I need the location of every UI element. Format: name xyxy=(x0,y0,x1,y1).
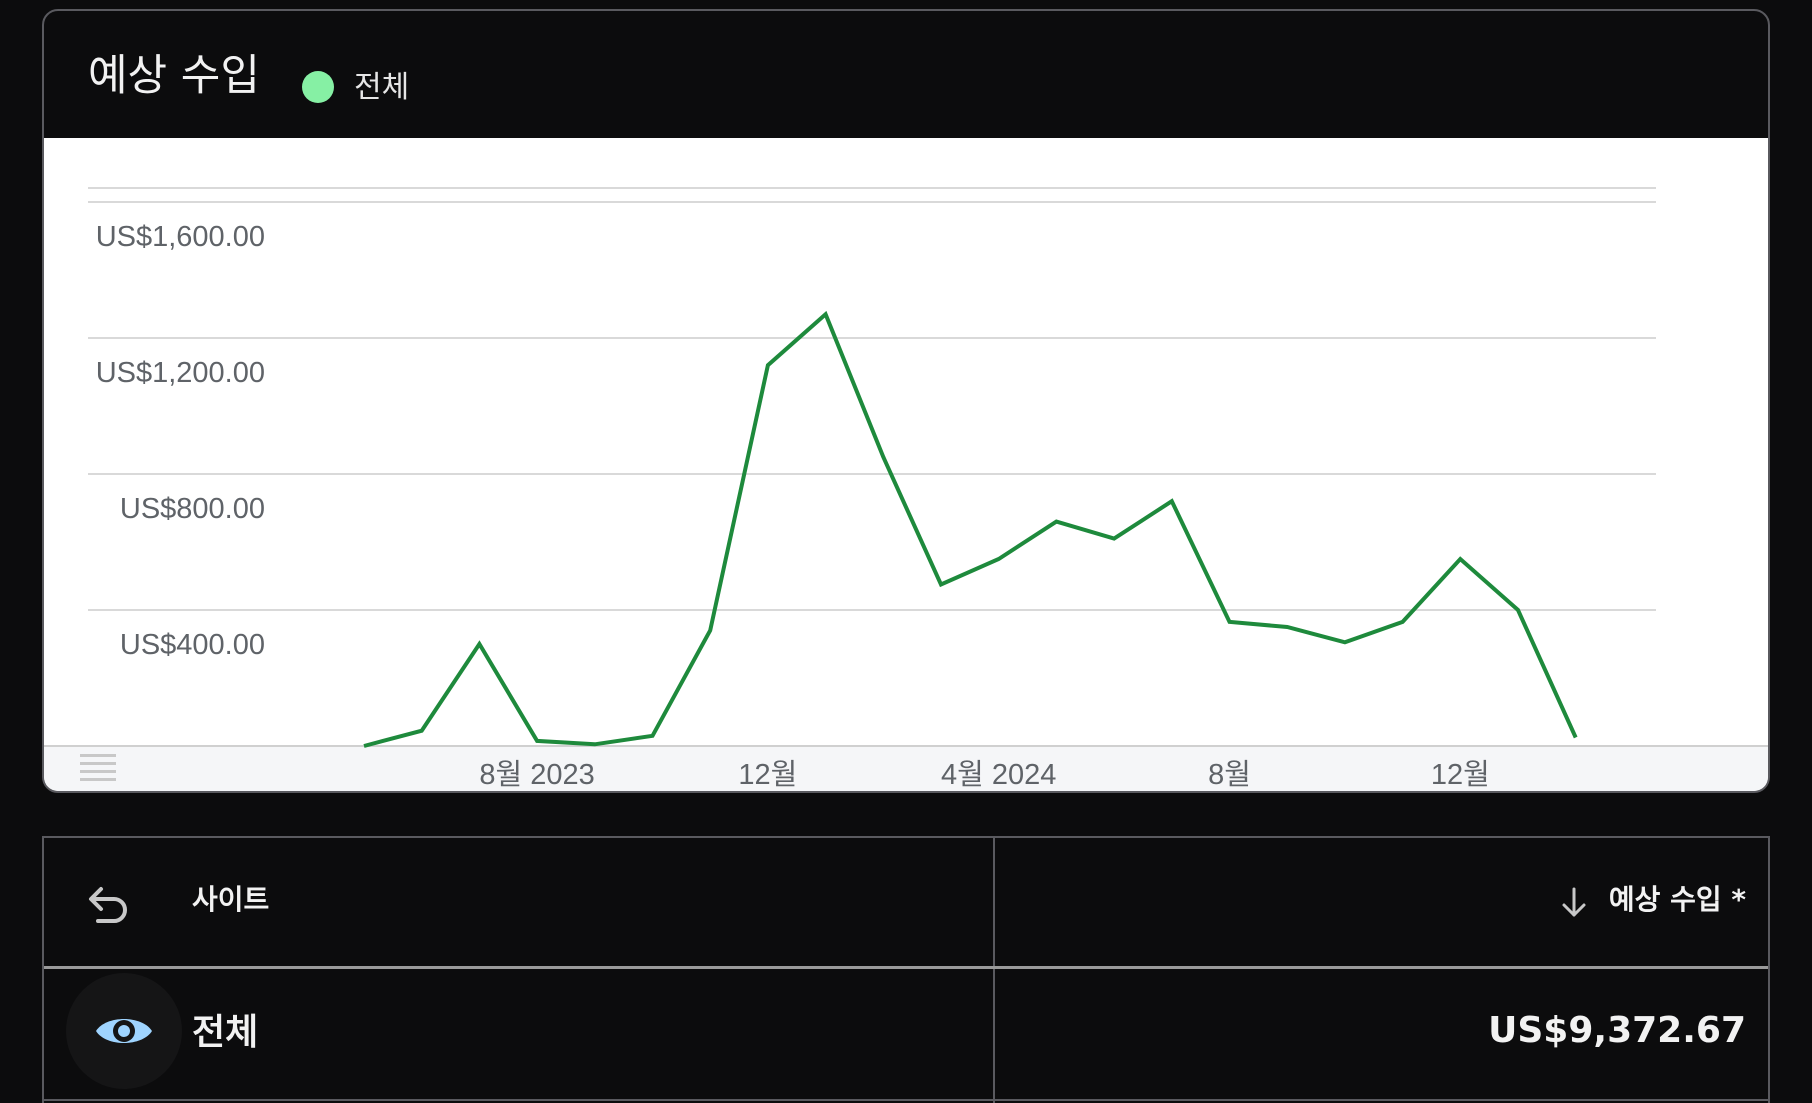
row-site-label: 전체 xyxy=(192,1012,259,1053)
data-point[interactable] xyxy=(419,728,425,734)
card-header: 예상 수입 전체 xyxy=(44,11,1768,137)
data-point[interactable] xyxy=(823,311,829,317)
x-tick-label: 12월 xyxy=(1431,758,1490,791)
data-point[interactable] xyxy=(1515,607,1521,613)
data-point[interactable] xyxy=(1169,498,1175,504)
card-title: 예상 수입 xyxy=(88,51,260,101)
data-point[interactable] xyxy=(476,641,482,647)
column-header-revenue[interactable]: 예상 수입 * xyxy=(1609,886,1746,914)
revenue-table: 사이트 예상 수입 * 전체 US$9,372.67 xyxy=(42,836,1770,1103)
table-header-row: 사이트 예상 수입 * xyxy=(44,838,1768,969)
column-header-site[interactable]: 사이트 xyxy=(192,886,269,914)
data-point[interactable] xyxy=(534,738,540,744)
x-axis-band xyxy=(44,746,1768,791)
data-point[interactable] xyxy=(707,627,713,633)
series-line[interactable] xyxy=(363,310,1578,748)
y-tick-label: US$1,600.00 xyxy=(96,221,265,253)
data-point[interactable] xyxy=(880,454,886,460)
data-point[interactable] xyxy=(1053,519,1059,525)
data-point[interactable] xyxy=(361,743,367,749)
legend-label[interactable]: 전체 xyxy=(354,73,409,103)
data-point[interactable] xyxy=(1342,639,1348,645)
data-point[interactable] xyxy=(1457,556,1463,562)
eye-icon xyxy=(96,1019,152,1043)
menu-lines-icon[interactable] xyxy=(80,754,116,786)
data-point[interactable] xyxy=(996,556,1002,562)
x-tick-label: 8월 xyxy=(1208,758,1251,791)
line-chart: US$400.00 US$800.00 US$1,200.00 US$1,600.00… xyxy=(44,187,1768,791)
data-point[interactable] xyxy=(938,582,944,588)
legend-dot xyxy=(302,71,334,103)
data-point[interactable] xyxy=(1573,735,1579,741)
y-tick-label: US$800.00 xyxy=(120,493,265,525)
back-arrow-icon[interactable] xyxy=(84,881,132,929)
y-tick-label: US$1,200.00 xyxy=(96,357,265,389)
data-point[interactable] xyxy=(765,362,771,368)
data-point[interactable] xyxy=(592,741,598,747)
data-point[interactable] xyxy=(650,733,656,739)
visibility-toggle[interactable] xyxy=(66,973,182,1089)
x-tick-label: 4월 2024 xyxy=(941,758,1056,791)
data-point[interactable] xyxy=(1284,624,1290,630)
x-tick-label: 12월 xyxy=(738,758,797,791)
data-point[interactable] xyxy=(1111,536,1117,542)
chart-area: US$400.00 US$800.00 US$1,200.00 US$1,600.00… xyxy=(44,138,1768,791)
revenue-chart-card: 예상 수입 전체 US$400.00 US$800.00 US$1,200.00 US… xyxy=(42,9,1770,793)
x-tick-label: 8월 2023 xyxy=(479,758,594,791)
data-point[interactable] xyxy=(1227,619,1233,625)
data-point[interactable] xyxy=(1400,619,1406,625)
table-row[interactable]: 전체 US$9,372.67 xyxy=(44,969,1768,1101)
y-tick-label: US$400.00 xyxy=(120,629,265,661)
arrow-down-icon[interactable] xyxy=(1556,885,1592,921)
row-revenue-value: US$9,372.67 xyxy=(1488,1010,1746,1051)
